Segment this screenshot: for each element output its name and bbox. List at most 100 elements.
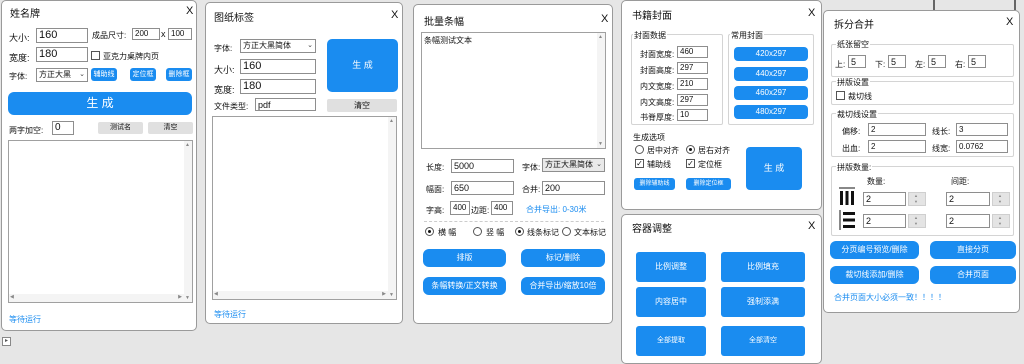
font-select[interactable]: 方正大黑 ⌄ <box>36 68 88 82</box>
scroll-left-icon[interactable]: ◀ <box>214 291 218 297</box>
width-input[interactable]: 650 <box>451 181 514 195</box>
radio-line-mark[interactable] <box>515 227 524 236</box>
length-input[interactable]: 5000 <box>451 159 514 173</box>
close-button[interactable]: X <box>808 220 815 232</box>
scroll-down-icon[interactable]: ▼ <box>598 141 603 147</box>
stepper-down-icon[interactable]: ▼ <box>914 199 918 204</box>
test-name-button[interactable]: 测试名 <box>98 122 143 134</box>
scroll-down-icon[interactable]: ▼ <box>185 295 190 301</box>
generate-button[interactable]: 生 成 <box>746 147 802 190</box>
stepper-up-icon[interactable]: ▲ <box>914 193 918 198</box>
convert-button[interactable]: 条幅转换/正文转换 <box>423 277 506 295</box>
extract-all-button[interactable]: 全部提取 <box>636 326 706 356</box>
clear-button[interactable]: 清空 <box>148 122 193 134</box>
radio-text-mark[interactable] <box>562 227 571 236</box>
preset-480-button[interactable]: 480x297 <box>734 105 808 119</box>
merge-pages-button[interactable]: 合并页面 <box>930 266 1016 284</box>
scroll-up-icon[interactable]: ▲ <box>185 142 190 148</box>
bottom-input[interactable]: 5 <box>888 55 906 68</box>
mark-delete-button[interactable]: 标记/删除 <box>521 249 605 267</box>
generate-button[interactable]: 生 成 <box>327 39 398 92</box>
delete-frame-button[interactable]: 删除框 <box>166 68 192 81</box>
generate-button[interactable]: 生 成 <box>8 92 192 115</box>
stepper-down-icon[interactable]: ▼ <box>914 221 918 226</box>
margin-input[interactable]: 400 <box>491 201 513 215</box>
mark-frame-button[interactable]: 定位框 <box>130 68 156 81</box>
width-input[interactable]: 180 <box>36 47 88 62</box>
top-input[interactable]: 5 <box>848 55 866 68</box>
guide-line-button[interactable]: 辅助线 <box>91 68 117 81</box>
cut-line-toggle-button[interactable]: 裁切线添加/删除 <box>830 266 919 284</box>
rows-count-stepper[interactable]: ▲ ▼ <box>908 214 926 228</box>
labels-textarea[interactable]: ▲ ▼ ◀ ▶ <box>212 116 397 300</box>
vertical-scrollbar[interactable]: ▲ ▼ <box>184 141 192 302</box>
stepper-down-icon[interactable]: ▼ <box>998 199 1002 204</box>
size-input[interactable]: 160 <box>240 59 316 74</box>
preset-440-button[interactable]: 440x297 <box>734 67 808 81</box>
scale-adjust-button[interactable]: 比例调整 <box>636 252 706 282</box>
scroll-right-icon[interactable]: ▶ <box>178 294 182 300</box>
scroll-right-icon[interactable]: ▶ <box>382 291 386 297</box>
horizontal-scrollbar[interactable]: ◀ ▶ <box>9 294 184 302</box>
bleed-input[interactable]: 2 <box>868 140 926 153</box>
stepper-up-icon[interactable]: ▲ <box>914 215 918 220</box>
vertical-scrollbar[interactable]: ▲ ▼ <box>388 117 396 299</box>
size-input[interactable]: 160 <box>36 28 88 43</box>
mark-checkbox[interactable]: ✓ <box>686 159 695 168</box>
offset-input[interactable]: 2 <box>868 123 926 136</box>
merge-input[interactable]: 200 <box>542 181 605 195</box>
stepper-up-icon[interactable]: ▲ <box>998 215 1002 220</box>
layout-button[interactable]: 排版 <box>423 249 506 267</box>
scroll-down-icon[interactable]: ▼ <box>389 292 394 298</box>
corner-handle-icon[interactable]: ▸ <box>2 337 11 346</box>
width-input[interactable]: 180 <box>240 79 316 94</box>
stepper-up-icon[interactable]: ▲ <box>998 193 1002 198</box>
close-button[interactable]: X <box>1006 16 1013 28</box>
column-gap-input[interactable]: 2 <box>946 192 990 206</box>
right-input[interactable]: 5 <box>968 55 986 68</box>
scroll-up-icon[interactable]: ▲ <box>598 34 603 40</box>
rows-count-input[interactable]: 2 <box>863 214 906 228</box>
font-select[interactable]: 方正大黑简体 ⌄ <box>542 158 605 172</box>
cover-height-input[interactable]: 297 <box>677 62 708 74</box>
preset-420-button[interactable]: 420x297 <box>734 47 808 61</box>
inner-height-input[interactable]: 297 <box>677 94 708 106</box>
line-width-input[interactable]: 0.0762 <box>956 140 1008 153</box>
clear-button[interactable]: 清空 <box>327 99 397 112</box>
final-width-input[interactable]: 200 <box>132 28 160 40</box>
page-number-preview-button[interactable]: 分页编号预览/删除 <box>830 241 919 259</box>
char-height-input[interactable]: 400 <box>450 201 470 215</box>
stepper-down-icon[interactable]: ▼ <box>998 221 1002 226</box>
filetype-input[interactable]: pdf <box>255 98 316 111</box>
close-button[interactable]: X <box>391 9 398 21</box>
banner-textarea[interactable]: 条幅测试文本 ▲ ▼ <box>421 32 606 149</box>
inner-width-input[interactable]: 210 <box>677 78 708 90</box>
cut-line-checkbox[interactable] <box>836 91 845 100</box>
delete-mark-button[interactable]: 删除定位框 <box>686 178 731 190</box>
cover-width-input[interactable]: 460 <box>677 46 708 58</box>
radio-portrait[interactable] <box>473 227 482 236</box>
final-height-input[interactable]: 100 <box>168 28 192 40</box>
spine-input[interactable]: 10 <box>677 109 708 121</box>
line-length-input[interactable]: 3 <box>956 123 1008 136</box>
columns-count-stepper[interactable]: ▲ ▼ <box>908 192 926 206</box>
force-fill-button[interactable]: 强制添满 <box>721 287 805 317</box>
guides-checkbox[interactable]: ✓ <box>635 159 644 168</box>
close-button[interactable]: X <box>601 13 608 25</box>
font-select[interactable]: 方正大黑简体 ⌄ <box>240 39 316 53</box>
delete-guides-button[interactable]: 删除辅助线 <box>634 178 675 190</box>
close-button[interactable]: X <box>808 7 815 19</box>
outer-frame-checkbox[interactable] <box>91 51 100 60</box>
preset-460-button[interactable]: 460x297 <box>734 86 808 100</box>
merge-export-button[interactable]: 合并导出/缩放10倍 <box>521 277 605 295</box>
scale-fill-button[interactable]: 比例填充 <box>721 252 805 282</box>
center-content-button[interactable]: 内容居中 <box>636 287 706 317</box>
names-textarea[interactable]: ▲ ▼ ◀ ▶ <box>8 140 193 303</box>
columns-count-input[interactable]: 2 <box>863 192 906 206</box>
scroll-up-icon[interactable]: ▲ <box>389 118 394 124</box>
radio-landscape[interactable] <box>425 227 434 236</box>
split-page-button[interactable]: 直接分页 <box>930 241 1016 259</box>
radio-align-center[interactable] <box>635 145 644 154</box>
scroll-left-icon[interactable]: ◀ <box>10 294 14 300</box>
radio-align-right[interactable] <box>686 145 695 154</box>
